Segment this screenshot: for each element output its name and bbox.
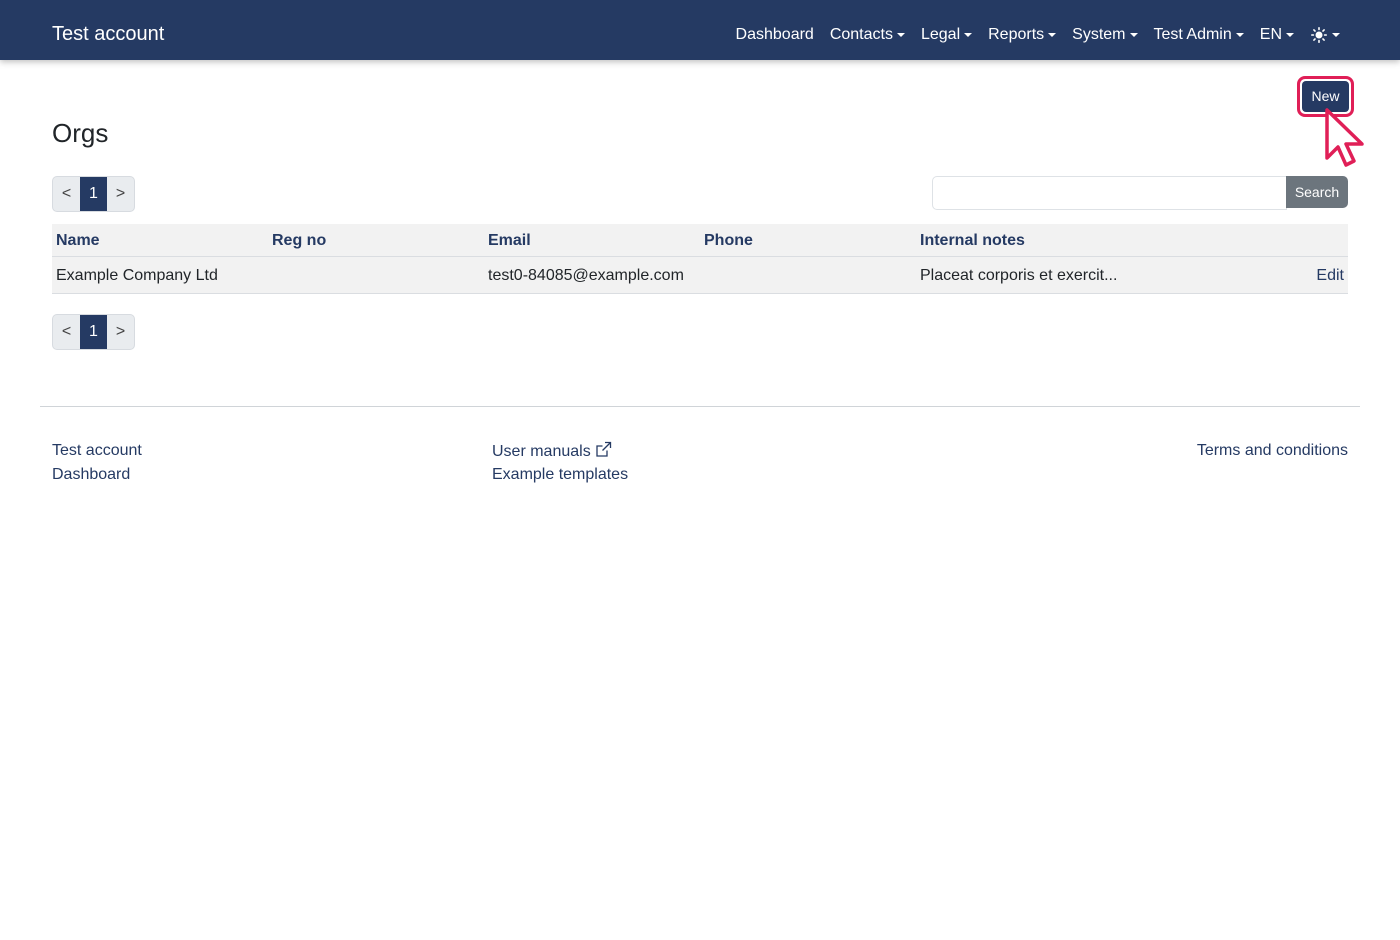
footer-link-terms[interactable]: Terms and conditions: [1197, 441, 1348, 461]
column-header-reg-no[interactable]: Reg no: [272, 231, 326, 251]
nav-item-label: Test Admin: [1153, 26, 1232, 43]
cell-email: test0-84085@example.com: [488, 267, 684, 284]
nav-item-label: Dashboard: [735, 26, 814, 43]
column-header-internal-notes[interactable]: Internal notes: [920, 231, 1025, 251]
prev-page-button[interactable]: <: [53, 177, 80, 211]
chevron-down-icon: [1129, 33, 1138, 37]
footer-link-dashboard[interactable]: Dashboard: [52, 465, 130, 485]
nav-item-label: System: [1072, 26, 1126, 43]
nav-item-reports[interactable]: Reports: [988, 24, 1057, 46]
edit-link[interactable]: Edit: [1316, 266, 1344, 286]
nav-menu: Dashboard Contacts Legal Reports System …: [736, 24, 1340, 46]
search-input[interactable]: [932, 176, 1287, 210]
nav-item-contacts[interactable]: Contacts: [830, 24, 905, 46]
external-link-icon: [596, 441, 611, 457]
prev-page-button[interactable]: <: [53, 315, 80, 349]
chevron-down-icon: [1235, 33, 1244, 37]
nav-item-language[interactable]: EN: [1260, 24, 1294, 46]
footer-link-user-manuals[interactable]: User manuals: [492, 441, 612, 462]
brand-link[interactable]: Test account: [52, 21, 164, 47]
column-header-name[interactable]: Name: [56, 231, 100, 251]
chevron-down-icon: [964, 33, 973, 37]
nav-item-label: EN: [1259, 26, 1282, 43]
column-header-phone[interactable]: Phone: [704, 231, 753, 251]
cell-internal-notes: Placeat corporis et exercit...: [920, 267, 1118, 284]
nav-item-label: Legal: [920, 26, 961, 43]
chevron-down-icon: [1332, 33, 1340, 37]
sun-icon: [1310, 26, 1328, 44]
page-button-current[interactable]: 1: [80, 315, 107, 349]
cell-name: Example Company Ltd: [56, 267, 218, 284]
footer-link-label: User manuals: [492, 443, 591, 460]
column-header-email[interactable]: Email: [488, 231, 531, 251]
footer-link-example-templates[interactable]: Example templates: [492, 465, 628, 485]
footer-divider: [40, 406, 1360, 407]
page-button-current[interactable]: 1: [80, 177, 107, 211]
next-page-button[interactable]: >: [107, 315, 134, 349]
footer-link-test-account[interactable]: Test account: [52, 441, 142, 461]
table-header: Name Reg no Email Phone Internal notes: [52, 224, 1348, 257]
page-title: Orgs: [52, 118, 109, 148]
chevron-down-icon: [896, 33, 905, 37]
pagination-bottom: < 1 >: [52, 314, 135, 350]
nav-item-system[interactable]: System: [1072, 24, 1138, 46]
nav-item-dashboard[interactable]: Dashboard: [736, 24, 814, 46]
next-page-button[interactable]: >: [107, 177, 134, 211]
top-navbar: Test account Dashboard Contacts Legal Re…: [0, 0, 1400, 60]
nav-item-label: Contacts: [829, 26, 893, 43]
pagination-top: < 1 >: [52, 176, 135, 212]
nav-item-user[interactable]: Test Admin: [1154, 24, 1244, 46]
theme-toggle[interactable]: [1310, 26, 1340, 44]
nav-item-label: Reports: [988, 26, 1045, 43]
search-button[interactable]: Search: [1286, 176, 1348, 208]
chevron-down-icon: [1048, 33, 1057, 37]
mouse-pointer-icon: [1325, 108, 1364, 167]
chevron-down-icon: [1286, 33, 1294, 37]
table-row: Example Company Ltd test0-84085@example.…: [52, 257, 1348, 294]
nav-item-legal[interactable]: Legal: [920, 24, 973, 46]
orgs-table: Name Reg no Email Phone Internal notes E…: [52, 224, 1348, 294]
